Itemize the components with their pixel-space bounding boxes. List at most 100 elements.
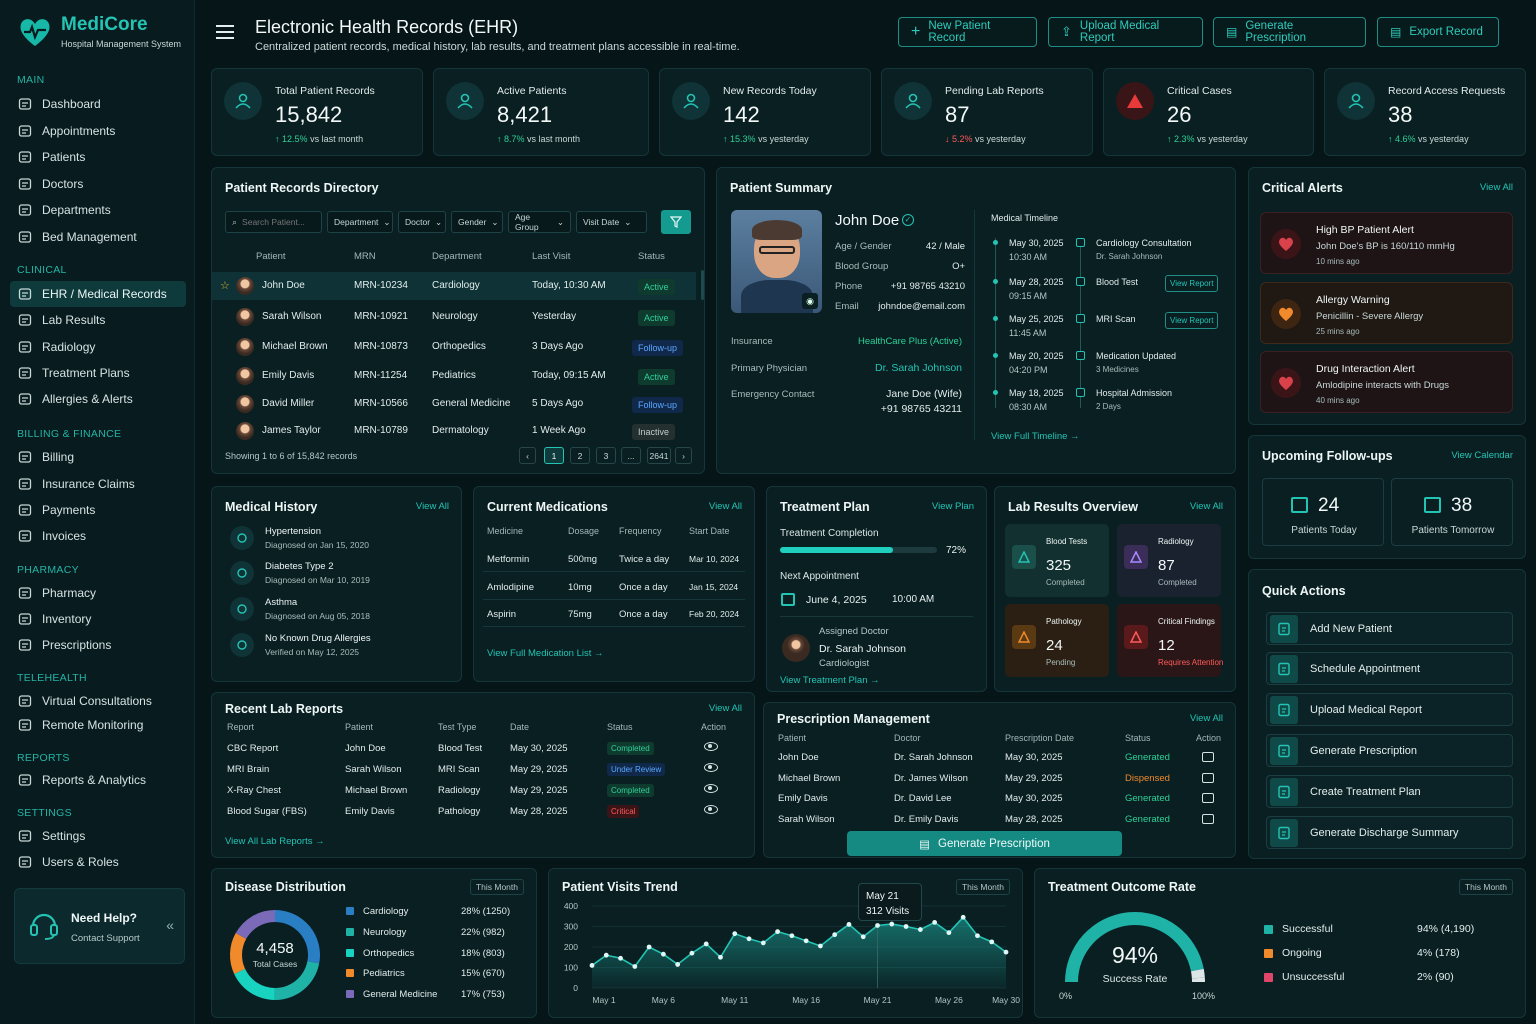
sidebar-item-patients[interactable]: Patients: [10, 144, 186, 170]
lab-tile[interactable]: Radiology 87 Completed: [1117, 524, 1221, 597]
meds-view-all-link[interactable]: View All: [709, 501, 742, 512]
view-treatment-plan-link[interactable]: View Treatment Plan →: [780, 675, 880, 686]
visits-point[interactable]: [618, 955, 623, 961]
help-card[interactable]: Need Help? Contact Support «: [14, 888, 185, 964]
sidebar-item-billing[interactable]: Billing: [10, 444, 186, 470]
labs-view-all-link[interactable]: View All: [1190, 501, 1223, 512]
rx-view-all-link[interactable]: View All: [1190, 713, 1223, 724]
eye-icon[interactable]: [704, 784, 718, 793]
visits-point[interactable]: [946, 930, 952, 936]
collapse-icon[interactable]: «: [166, 917, 174, 933]
stat-card-1[interactable]: Active Patients 8,421 ↑ 8.7% vs last mon…: [433, 68, 649, 156]
patient-search-box[interactable]: ⌕: [225, 211, 322, 233]
alert-item[interactable]: Drug Interaction Alert Amlodipine intera…: [1260, 351, 1513, 413]
outcome-period-select[interactable]: This Month: [1458, 879, 1513, 895]
sidebar-item-payments[interactable]: Payments: [10, 497, 186, 523]
eye-icon[interactable]: [704, 763, 718, 772]
sidebar-item-bed-management[interactable]: Bed Management: [10, 224, 186, 250]
filter-gender[interactable]: Gender ⌄: [451, 211, 503, 233]
alerts-view-all-link[interactable]: View All: [1480, 182, 1513, 193]
eye-icon[interactable]: [704, 805, 718, 814]
visits-point[interactable]: [989, 939, 995, 945]
sidebar-item-prescriptions[interactable]: Prescriptions: [10, 632, 186, 658]
visits-point[interactable]: [903, 924, 909, 929]
sidebar-item-inventory[interactable]: Inventory: [10, 606, 186, 632]
page-button[interactable]: ‹: [519, 447, 536, 464]
visits-point[interactable]: [718, 954, 723, 960]
sidebar-item-remote-monitoring[interactable]: Remote Monitoring: [10, 712, 186, 738]
sidebar-item-radiology[interactable]: Radiology: [10, 334, 186, 360]
sidebar-item-virtual-consultations[interactable]: Virtual Consultations: [10, 688, 186, 714]
visits-point[interactable]: [960, 914, 966, 920]
visits-point[interactable]: [818, 943, 823, 949]
view-all-lab-reports-link[interactable]: View All Lab Reports →: [225, 836, 325, 847]
history-view-all-link[interactable]: View All: [416, 501, 449, 512]
generate-prescription-main-button[interactable]: ▤ Generate Prescription: [847, 831, 1122, 856]
visits-point[interactable]: [860, 934, 866, 940]
page-button[interactable]: 2: [570, 447, 590, 464]
followup-tomorrow[interactable]: 38 Patients Tomorrow: [1391, 478, 1513, 546]
filter-doctor[interactable]: Doctor ⌄: [398, 211, 446, 233]
sidebar-item-reports-analytics[interactable]: Reports & Analytics: [10, 767, 186, 793]
visits-point[interactable]: [675, 962, 681, 967]
page-button[interactable]: 1: [544, 447, 564, 464]
visits-point[interactable]: [917, 927, 923, 932]
visits-point[interactable]: [803, 938, 809, 944]
disease-period-select[interactable]: This Month: [469, 879, 524, 895]
quick-action-2[interactable]: Upload Medical Report: [1266, 693, 1513, 726]
visits-point[interactable]: [875, 923, 880, 928]
print-icon[interactable]: [1202, 773, 1214, 783]
page-button[interactable]: ›: [675, 447, 692, 464]
sidebar-item-departments[interactable]: Departments: [10, 197, 186, 223]
sidebar-item-invoices[interactable]: Invoices: [10, 523, 186, 549]
sidebar-item-pharmacy[interactable]: Pharmacy: [10, 580, 186, 606]
filter-visit-date[interactable]: Visit Date ⌄: [576, 211, 647, 233]
alert-item[interactable]: Allergy Warning Penicillin - Severe Alle…: [1260, 282, 1513, 344]
physician-link[interactable]: Dr. Sarah Johnson: [875, 362, 962, 374]
visits-point[interactable]: [732, 931, 738, 937]
page-button[interactable]: ...: [621, 447, 641, 464]
filter-department[interactable]: Department ⌄: [327, 211, 393, 233]
upload-medical-report-button[interactable]: ⇪ Upload Medical Report: [1048, 17, 1203, 47]
export-record-button[interactable]: ▤ Export Record: [1377, 17, 1499, 47]
view-calendar-link[interactable]: View Calendar: [1451, 450, 1513, 461]
new-patient-record-button[interactable]: + New Patient Record: [898, 17, 1037, 47]
lab-tile[interactable]: Blood Tests 325 Completed: [1005, 524, 1109, 597]
page-button[interactable]: 2641: [647, 447, 671, 464]
camera-icon[interactable]: ◉: [802, 293, 818, 309]
visits-point[interactable]: [632, 964, 638, 969]
lab-tile[interactable]: Pathology 24 Pending: [1005, 604, 1109, 677]
sidebar-item-settings[interactable]: Settings: [10, 823, 186, 849]
quick-action-3[interactable]: Generate Prescription: [1266, 734, 1513, 767]
visits-point[interactable]: [760, 940, 766, 946]
brand[interactable]: MediCore Hospital Management System: [18, 14, 181, 49]
visits-point[interactable]: [589, 963, 595, 968]
stat-card-2[interactable]: New Records Today 142 ↑ 15.3% vs yesterd…: [659, 68, 871, 156]
filter-age-group[interactable]: Age Group ⌄: [508, 211, 571, 233]
print-icon[interactable]: [1202, 814, 1214, 824]
generate-prescription-button[interactable]: ▤ Generate Prescription: [1213, 17, 1366, 47]
visits-point[interactable]: [832, 932, 838, 938]
sidebar-item-allergies-alerts[interactable]: Allergies & Alerts: [10, 386, 186, 412]
scrollbar[interactable]: [701, 270, 704, 300]
stat-card-4[interactable]: Critical Cases 26 ↑ 2.3% vs yesterday: [1103, 68, 1314, 156]
view-plan-link[interactable]: View Plan: [932, 501, 974, 512]
donut-slice[interactable]: [235, 910, 275, 939]
quick-action-5[interactable]: Generate Discharge Summary: [1266, 816, 1513, 849]
quick-action-4[interactable]: Create Treatment Plan: [1266, 775, 1513, 808]
stat-card-5[interactable]: Record Access Requests 38 ↑ 4.6% vs yest…: [1324, 68, 1526, 156]
visits-point[interactable]: [689, 950, 695, 956]
visits-point[interactable]: [789, 933, 795, 939]
visits-point[interactable]: [932, 920, 938, 925]
view-report-button[interactable]: View Report: [1165, 312, 1219, 329]
view-full-timeline-link[interactable]: View Full Timeline →: [991, 431, 1080, 442]
print-icon[interactable]: [1202, 752, 1214, 762]
donut-slice[interactable]: [234, 968, 275, 1000]
visits-point[interactable]: [775, 929, 780, 935]
visits-point[interactable]: [746, 936, 752, 942]
sidebar-item-appointments[interactable]: Appointments: [10, 118, 186, 144]
visits-point[interactable]: [846, 922, 852, 927]
view-medication-list-link[interactable]: View Full Medication List →: [487, 648, 604, 659]
visits-point[interactable]: [889, 921, 895, 927]
visits-point[interactable]: [703, 941, 709, 947]
